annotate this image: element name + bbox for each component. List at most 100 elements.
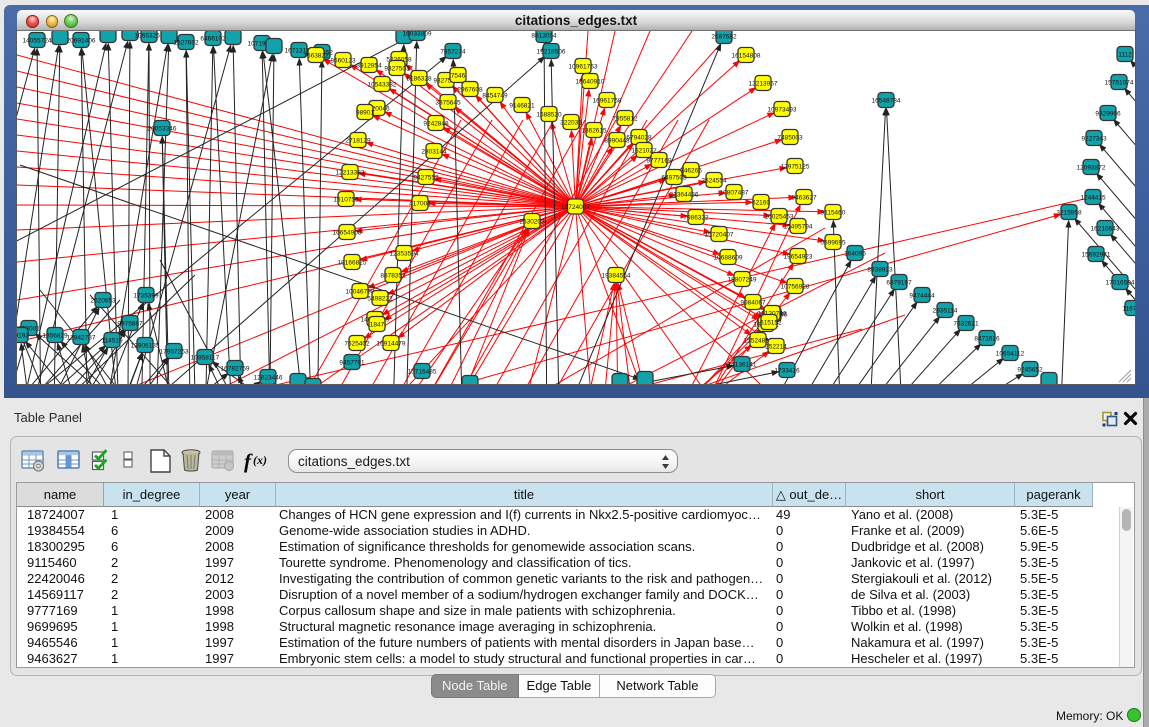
svg-text:16210643: 16210643 <box>1091 226 1120 233</box>
svg-text:8186328: 8186328 <box>406 76 432 83</box>
svg-text:7625402: 7625402 <box>344 341 370 348</box>
svg-text:9327503: 9327503 <box>384 66 410 73</box>
svg-text:9115460: 9115460 <box>821 210 846 217</box>
svg-text:15692971: 15692971 <box>1082 252 1111 259</box>
svg-text:7986322: 7986322 <box>683 215 709 222</box>
svg-text:10653267: 10653267 <box>135 33 164 40</box>
svg-text:8660123: 8660123 <box>330 58 356 65</box>
svg-text:12975125: 12975125 <box>781 164 810 171</box>
svg-text:(x): (x) <box>253 453 267 467</box>
svg-text:10958117: 10958117 <box>191 355 220 362</box>
svg-text:9474444: 9474444 <box>909 293 935 300</box>
svg-text:18724007: 18724007 <box>561 204 590 211</box>
svg-text:9777169: 9777169 <box>646 158 672 165</box>
svg-text:19166825: 19166825 <box>338 260 367 267</box>
svg-text:17016504: 17016504 <box>1106 280 1135 287</box>
svg-text:10046798: 10046798 <box>346 289 375 296</box>
svg-text:2020653: 2020653 <box>90 298 116 305</box>
svg-text:12823446: 12823446 <box>254 375 283 382</box>
svg-text:1733426: 1733426 <box>774 368 800 375</box>
svg-text:15716485: 15716485 <box>408 369 437 376</box>
svg-text:14136141: 14136141 <box>728 362 757 369</box>
svg-text:16961758: 16961758 <box>593 98 622 105</box>
svg-text:5498222: 5498222 <box>367 296 393 303</box>
svg-text:7857274: 7857274 <box>440 49 466 56</box>
svg-text:9227343: 9227343 <box>1081 136 1107 143</box>
svg-text:16548784: 16548784 <box>872 98 901 105</box>
svg-text:9463627: 9463627 <box>791 195 817 202</box>
svg-text:8938923: 8938923 <box>867 267 893 274</box>
svg-text:20053346: 20053346 <box>148 126 177 133</box>
svg-text:7632621: 7632621 <box>953 321 979 328</box>
svg-text:7955812: 7955812 <box>612 116 638 123</box>
svg-text:1527602: 1527602 <box>173 40 199 47</box>
svg-text:15495794: 15495794 <box>784 224 813 231</box>
svg-text:7546: 7546 <box>451 73 466 80</box>
svg-text:15751074: 15751074 <box>1105 80 1134 87</box>
svg-text:19218506: 19218506 <box>537 49 566 56</box>
svg-text:164095: 164095 <box>844 251 866 258</box>
svg-text:19384554: 19384554 <box>602 273 631 280</box>
svg-text:3215958: 3215958 <box>1056 210 1082 217</box>
svg-text:3624554: 3624554 <box>701 178 727 185</box>
svg-text:17957253: 17957253 <box>160 349 189 356</box>
svg-text:39193: 39193 <box>17 333 29 340</box>
svg-text:252214: 252214 <box>765 344 787 351</box>
svg-text:18807249: 18807249 <box>728 277 757 284</box>
svg-text:10973493: 10973493 <box>768 107 797 114</box>
svg-text:417004: 417004 <box>409 201 431 208</box>
svg-text:1847: 1847 <box>370 322 385 329</box>
svg-text:9427552: 9427552 <box>413 175 439 182</box>
svg-text:62160: 62160 <box>752 200 770 207</box>
svg-text:6879197: 6879197 <box>886 280 912 287</box>
svg-text:8813054: 8813054 <box>531 33 557 40</box>
svg-text:16782759: 16782759 <box>221 366 250 373</box>
svg-text:16654908: 16654908 <box>333 230 362 237</box>
svg-text:2718129: 2718129 <box>345 138 371 145</box>
svg-text:1588520: 1588520 <box>536 112 562 119</box>
svg-text:12942737: 12942737 <box>67 335 96 342</box>
svg-text:16033809: 16033809 <box>403 31 432 38</box>
svg-text:12905135: 12905135 <box>131 343 160 350</box>
svg-text:12093872: 12093872 <box>1077 165 1106 172</box>
svg-text:2967608: 2967608 <box>457 87 483 94</box>
svg-text:20691406: 20691406 <box>67 38 96 45</box>
svg-text:8878352: 8878352 <box>380 273 406 280</box>
svg-text:14055724: 14055724 <box>23 38 52 45</box>
svg-text:16154808: 16154808 <box>732 53 761 60</box>
svg-text:16914479: 16914479 <box>377 341 406 348</box>
svg-text:9457791: 9457791 <box>339 360 365 367</box>
svg-text:746266: 746266 <box>680 168 702 175</box>
svg-text:6794028: 6794028 <box>626 135 652 142</box>
svg-text:9242848: 9242848 <box>423 121 449 128</box>
svg-text:2687682: 2687682 <box>711 34 737 41</box>
svg-text:12213383: 12213383 <box>336 170 365 177</box>
svg-text:1356829: 1356829 <box>42 333 68 340</box>
svg-text:322035: 322035 <box>560 120 582 127</box>
svg-text:1244415: 1244415 <box>1080 195 1106 202</box>
svg-text:9084067: 9084067 <box>740 300 766 307</box>
svg-text:10688609: 10688609 <box>714 255 743 262</box>
svg-text:12213957: 12213957 <box>749 81 778 88</box>
svg-text:19654923: 19654923 <box>784 254 813 261</box>
svg-text:f: f <box>244 449 253 473</box>
svg-text:1615152: 1615152 <box>756 320 782 327</box>
svg-text:8454749: 8454749 <box>482 93 508 100</box>
svg-text:98901: 98901 <box>356 110 374 117</box>
svg-text:2530203: 2530203 <box>519 219 545 226</box>
svg-text:12353594: 12353594 <box>390 251 419 258</box>
svg-text:6466102: 6466102 <box>200 36 226 43</box>
svg-text:10654112: 10654112 <box>996 351 1025 358</box>
svg-text:3912954: 3912954 <box>356 63 382 70</box>
svg-text:0699695: 0699695 <box>820 240 846 247</box>
svg-text:7663822: 7663822 <box>303 53 329 60</box>
svg-text:116753: 116753 <box>1122 306 1135 313</box>
svg-text:1610755: 1610755 <box>333 197 359 204</box>
svg-text:9975887: 9975887 <box>117 321 143 328</box>
svg-text:10025453: 10025453 <box>765 214 794 221</box>
svg-text:10756928: 10756928 <box>781 284 810 291</box>
svg-text:10807487: 10807487 <box>720 190 749 197</box>
svg-text:1735399: 1735399 <box>133 293 159 300</box>
svg-text:1362615: 1362615 <box>581 128 607 135</box>
svg-text:7485003: 7485003 <box>777 135 803 142</box>
